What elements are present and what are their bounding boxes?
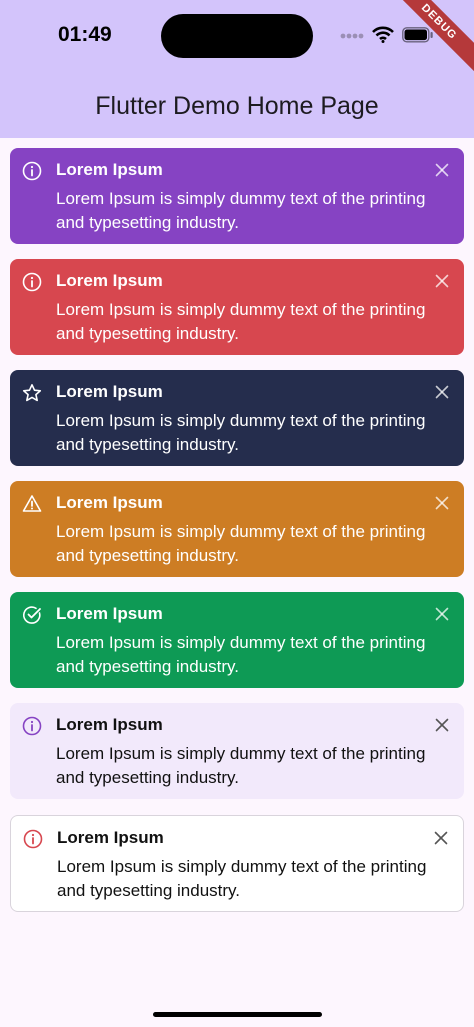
alert-info-purple: Lorem Ipsum Lorem Ipsum is simply dummy t… [10,148,464,244]
status-bar: 01:49 DEBUG [0,0,474,80]
alert-warning: Lorem Ipsum Lorem Ipsum is simply dummy t… [10,481,464,577]
alert-message: Lorem Ipsum is simply dummy text of the … [56,633,426,676]
close-icon[interactable] [435,607,449,621]
alert-error-outline: Lorem Ipsum Lorem Ipsum is simply dummy t… [10,815,464,912]
close-icon[interactable] [435,274,449,288]
home-indicator [153,1012,322,1017]
status-time: 01:49 [58,23,112,46]
info-circle-icon [22,272,42,292]
alert-title: Lorem Ipsum [56,715,163,734]
alert-message: Lorem Ipsum is simply dummy text of the … [56,744,426,787]
alert-info-light: Lorem Ipsum Lorem Ipsum is simply dummy t… [10,703,464,799]
alert-message: Lorem Ipsum is simply dummy text of the … [56,411,426,454]
wifi-icon [372,26,394,43]
close-icon[interactable] [435,163,449,177]
alert-message: Lorem Ipsum is simply dummy text of the … [57,857,427,900]
close-icon[interactable] [434,831,448,845]
page-title: Flutter Demo Home Page [95,92,379,120]
info-circle-icon [23,829,43,849]
alert-message: Lorem Ipsum is simply dummy text of the … [56,300,426,343]
alert-title: Lorem Ipsum [56,604,163,623]
check-circle-icon [23,606,41,624]
alert-message: Lorem Ipsum is simply dummy text of the … [56,522,426,565]
star-icon [22,384,42,402]
alert-title: Lorem Ipsum [56,160,163,179]
dynamic-island [161,14,313,58]
alert-success: Lorem Ipsum Lorem Ipsum is simply dummy t… [10,592,464,688]
info-circle-icon [22,716,42,736]
alert-title: Lorem Ipsum [56,382,163,401]
close-icon[interactable] [435,385,449,399]
battery-icon [402,27,433,43]
alert-title: Lorem Ipsum [56,493,163,512]
alert-title: Lorem Ipsum [57,828,164,847]
alert-error: Lorem Ipsum Lorem Ipsum is simply dummy t… [10,259,464,355]
warning-triangle-icon [22,495,42,512]
alert-dark: Lorem Ipsum Lorem Ipsum is simply dummy t… [10,370,464,466]
close-icon[interactable] [435,496,449,510]
info-circle-icon [22,161,42,181]
alert-title: Lorem Ipsum [56,271,163,290]
close-icon[interactable] [435,718,449,732]
alert-message: Lorem Ipsum is simply dummy text of the … [56,189,426,232]
cellular-signal-icon [340,33,364,39]
